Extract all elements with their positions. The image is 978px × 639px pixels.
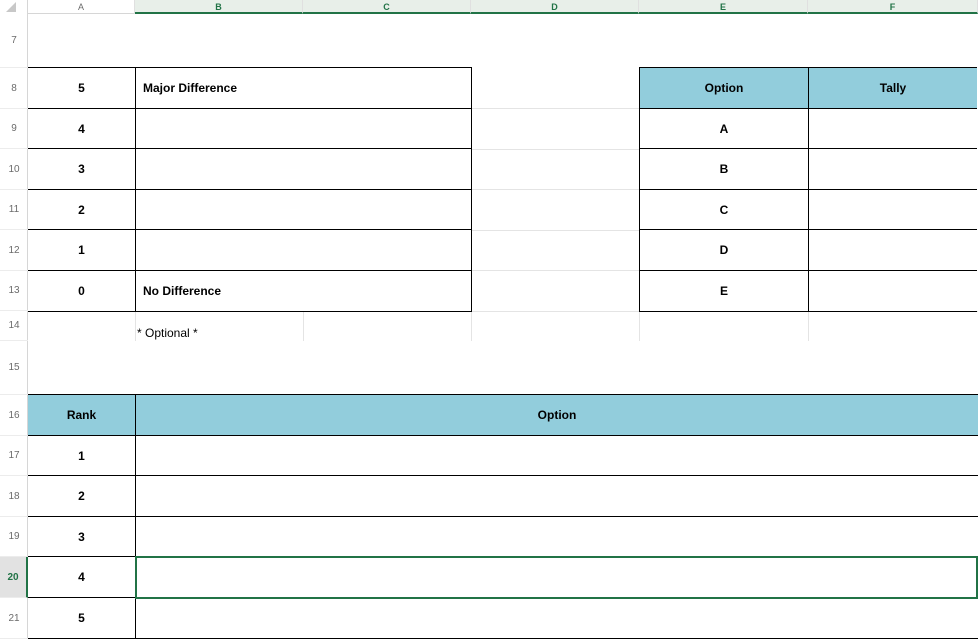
gridline bbox=[471, 149, 639, 150]
gridline bbox=[471, 189, 639, 190]
scale-label-cell[interactable] bbox=[135, 108, 472, 149]
rank-option-cell[interactable] bbox=[135, 435, 978, 476]
rank-option-cell[interactable] bbox=[135, 597, 978, 639]
tally-option-cell[interactable]: D bbox=[639, 229, 809, 271]
rank-number-cell[interactable]: 4 bbox=[28, 556, 136, 598]
column-header-c[interactable]: C bbox=[303, 0, 471, 14]
gridline bbox=[135, 311, 136, 341]
scale-score-cell[interactable]: 2 bbox=[28, 189, 136, 230]
scale-label-cell[interactable] bbox=[135, 189, 472, 230]
active-cell-selection[interactable] bbox=[135, 556, 978, 599]
tally-count-cell[interactable] bbox=[808, 148, 977, 190]
row-header-12[interactable]: 12 bbox=[0, 230, 28, 271]
tally-option-cell[interactable]: B bbox=[639, 148, 809, 190]
row-header-17[interactable]: 17 bbox=[0, 436, 28, 476]
tally-option-cell[interactable]: C bbox=[639, 189, 809, 230]
scale-score-cell[interactable]: 3 bbox=[28, 148, 136, 190]
gridline bbox=[471, 108, 639, 109]
column-header-e[interactable]: E bbox=[639, 0, 808, 14]
scale-label-cell[interactable] bbox=[135, 229, 472, 271]
row-header-19[interactable]: 19 bbox=[0, 517, 28, 557]
rank-number-cell[interactable]: 3 bbox=[28, 516, 136, 557]
tally-count-cell[interactable] bbox=[808, 229, 977, 271]
scale-score-cell[interactable]: 5 bbox=[28, 67, 136, 109]
rank-option-cell[interactable] bbox=[135, 516, 978, 557]
row-header-7[interactable]: 7 bbox=[0, 14, 28, 68]
tally-count-header[interactable]: Tally bbox=[808, 67, 977, 109]
scale-label-cell[interactable] bbox=[135, 148, 472, 190]
gridline bbox=[639, 311, 640, 341]
gridline bbox=[471, 311, 472, 341]
gridline bbox=[303, 311, 304, 341]
rank-table: Rank Option 1 2 3 4 5 bbox=[28, 394, 978, 639]
tally-option-cell[interactable]: E bbox=[639, 270, 809, 312]
tally-count-cell[interactable] bbox=[808, 270, 977, 312]
tally-count-cell[interactable] bbox=[808, 189, 977, 230]
scale-label-cell[interactable]: Major Difference bbox=[135, 67, 472, 109]
row-header-21[interactable]: 21 bbox=[0, 598, 28, 639]
row-header-10[interactable]: 10 bbox=[0, 149, 28, 190]
row-header-18[interactable]: 18 bbox=[0, 476, 28, 517]
row-header-8[interactable]: 8 bbox=[0, 68, 28, 109]
scale-table: 5 Major Difference 4 3 2 1 0 No Differen… bbox=[28, 67, 472, 312]
column-header-d[interactable]: D bbox=[471, 0, 639, 14]
gridline bbox=[471, 270, 639, 271]
row-header-9[interactable]: 9 bbox=[0, 109, 28, 149]
tally-count-cell[interactable] bbox=[808, 108, 977, 149]
tally-option-cell[interactable]: A bbox=[639, 108, 809, 149]
row-header-14[interactable]: 14 bbox=[0, 311, 28, 341]
rank-option-cell[interactable] bbox=[135, 475, 978, 517]
row-header-20[interactable]: 20 bbox=[0, 557, 28, 598]
select-all-triangle-icon bbox=[6, 2, 16, 12]
rank-number-cell[interactable]: 5 bbox=[28, 597, 136, 639]
rank-number-cell[interactable]: 2 bbox=[28, 475, 136, 517]
gridline bbox=[471, 230, 639, 231]
row-header-15[interactable]: 15 bbox=[0, 341, 28, 395]
tally-table: Option Tally A B C D E bbox=[639, 67, 978, 312]
row-header-11[interactable]: 11 bbox=[0, 190, 28, 230]
rank-number-cell[interactable]: 1 bbox=[28, 435, 136, 476]
optional-note: * Optional * bbox=[137, 326, 198, 340]
scale-score-cell[interactable]: 4 bbox=[28, 108, 136, 149]
scale-score-cell[interactable]: 1 bbox=[28, 229, 136, 271]
row-header-13[interactable]: 13 bbox=[0, 271, 28, 311]
tally-option-header[interactable]: Option bbox=[639, 67, 809, 109]
scale-label-cell[interactable]: No Difference bbox=[135, 270, 472, 312]
rank-option-header[interactable]: Option bbox=[135, 394, 978, 436]
column-header-a[interactable]: A bbox=[28, 0, 135, 14]
column-header-f[interactable]: F bbox=[808, 0, 978, 14]
rank-header[interactable]: Rank bbox=[28, 394, 136, 436]
scale-score-cell[interactable]: 0 bbox=[28, 270, 136, 312]
gridline bbox=[808, 311, 809, 341]
row-header-16[interactable]: 16 bbox=[0, 395, 28, 436]
column-header-b[interactable]: B bbox=[135, 0, 303, 14]
